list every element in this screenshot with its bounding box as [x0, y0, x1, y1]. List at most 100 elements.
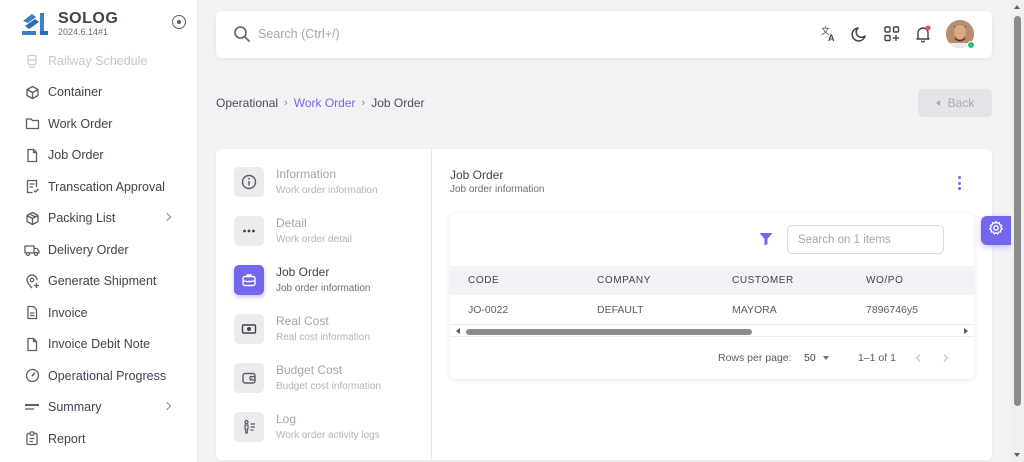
- translate-icon[interactable]: 文A: [819, 24, 839, 44]
- step-title: Log: [276, 412, 297, 426]
- rows-per-page-select[interactable]: 50: [804, 352, 816, 364]
- bell-icon[interactable]: [913, 24, 933, 44]
- step-subtitle: Work order information: [276, 185, 378, 196]
- filter-icon[interactable]: [758, 231, 774, 252]
- step-title: Detail: [276, 216, 307, 230]
- caret-left-icon: [935, 100, 940, 106]
- step-subtitle: Work order detail: [276, 234, 352, 245]
- step-subtitle: Budget cost information: [276, 381, 382, 392]
- wallet-icon: [234, 363, 264, 393]
- step-title: Information: [276, 167, 337, 181]
- chevron-left-icon[interactable]: [915, 353, 925, 363]
- moon-icon[interactable]: [850, 24, 870, 44]
- sidebar-item-invoice[interactable]: Invoice: [0, 297, 198, 329]
- column-header-code[interactable]: CODE: [468, 275, 499, 286]
- breadcrumb-current: Job Order: [371, 96, 425, 110]
- scroll-right-icon[interactable]: [964, 328, 968, 334]
- briefcase-icon: [234, 265, 264, 295]
- cell-customer: MAYORA: [732, 304, 777, 316]
- customizer-button[interactable]: [981, 216, 1011, 245]
- sidebar-item-operational-progress[interactable]: Operational Progress: [0, 360, 198, 392]
- chevron-right-icon[interactable]: [939, 353, 949, 363]
- scroll-up-icon[interactable]: [1014, 5, 1020, 9]
- rows-per-page-label: Rows per page:: [718, 352, 792, 364]
- table-pagination: Rows per page: 50 1–1 of 1: [450, 337, 974, 379]
- sidebar-item-job-order[interactable]: Job Order: [0, 140, 198, 172]
- file-check-icon: [24, 179, 40, 195]
- chevron-right-icon: [162, 401, 172, 410]
- column-header-wo-po[interactable]: WO/PO: [866, 275, 903, 286]
- scrollbar-thumb[interactable]: [1014, 16, 1021, 406]
- online-status-dot: [967, 41, 975, 49]
- cell-code: JO-0022: [468, 304, 509, 316]
- report-icon: [24, 431, 40, 447]
- breadcrumb-link-work-order[interactable]: Work Order: [294, 96, 356, 110]
- table-row[interactable]: JO-0022 DEFAULT MAYORA 7896746y5: [450, 295, 974, 325]
- file-icon: [24, 147, 40, 163]
- sidebar-item-report[interactable]: Report: [0, 423, 198, 455]
- step-information[interactable]: Information Work order information: [234, 167, 378, 197]
- sidebar-item-delivery-order[interactable]: Delivery Order: [0, 234, 198, 266]
- table-search-input[interactable]: [787, 225, 944, 254]
- scroll-left-icon[interactable]: [456, 328, 460, 334]
- file-icon: [24, 336, 40, 352]
- global-search-input[interactable]: [258, 24, 558, 44]
- sidebar-item-summary[interactable]: Summary: [0, 392, 198, 424]
- sidebar-item-packing-list[interactable]: Packing List: [0, 203, 198, 235]
- breadcrumb-separator: ›: [361, 97, 366, 109]
- step-detail[interactable]: Detail Work order detail: [234, 216, 352, 246]
- step-job-order[interactable]: Job Order Job order information: [234, 265, 371, 295]
- search-icon[interactable]: [233, 25, 251, 48]
- breadcrumb-root: Operational: [216, 96, 279, 110]
- apps-grid-icon[interactable]: [882, 24, 902, 44]
- table-header: CODE COMPANY CUSTOMER WO/PO: [450, 266, 974, 295]
- step-title: Budget Cost: [276, 363, 343, 377]
- sidebar-item-label: Delivery Order: [48, 242, 129, 257]
- table-horizontal-scrollbar[interactable]: [450, 326, 974, 337]
- cell-wo-po: 7896746y5: [866, 304, 918, 316]
- sidebar-item-generate-shipment[interactable]: Generate Shipment: [0, 266, 198, 298]
- step-navigation: Information Work order information Detai…: [216, 149, 432, 460]
- column-header-customer[interactable]: CUSTOMER: [732, 275, 794, 286]
- cell-company: DEFAULT: [597, 304, 644, 316]
- step-real-cost[interactable]: Real Cost Real cost information: [234, 314, 370, 344]
- sidebar-item-work-order[interactable]: Work Order: [0, 108, 198, 140]
- scrollbar-thumb[interactable]: [466, 329, 752, 335]
- window-scrollbar[interactable]: [1011, 0, 1024, 462]
- sidebar-item-railway-schedule[interactable]: Railway Schedule: [0, 45, 198, 77]
- breadcrumb: Operational › Work Order › Job Order: [216, 96, 425, 110]
- more-options-icon[interactable]: [956, 176, 962, 190]
- chevron-right-icon: [162, 212, 172, 221]
- work-order-card: Information Work order information Detai…: [216, 149, 992, 460]
- sidebar-item-label: Railway Schedule: [48, 53, 148, 68]
- section-subtitle: Job order information: [450, 184, 545, 195]
- sidebar-item-container[interactable]: Container: [0, 77, 198, 109]
- step-title: Job Order: [276, 265, 330, 279]
- sidebar-item-label: Invoice Debit Note: [48, 337, 151, 352]
- sidebar-toggle-icon[interactable]: [172, 15, 186, 29]
- sidebar-item-label: Generate Shipment: [48, 274, 157, 289]
- sidebar: SOLOG 2024.6.14#1 Railway Schedule Conta…: [0, 0, 198, 462]
- top-navbar: 文A: [216, 11, 992, 58]
- box-icon: [24, 84, 40, 100]
- folder-icon: [24, 116, 40, 132]
- step-budget-cost[interactable]: Budget Cost Budget cost information: [234, 363, 381, 393]
- sidebar-item-label: Transcation Approval: [48, 179, 165, 194]
- back-button[interactable]: Back: [918, 89, 992, 117]
- sidebar-item-invoice-debit-note[interactable]: Invoice Debit Note: [0, 329, 198, 361]
- step-subtitle: Work order activity logs: [276, 430, 380, 441]
- brand[interactable]: SOLOG 2024.6.14#1: [20, 8, 118, 40]
- sidebar-item-transcation-approval[interactable]: Transcation Approval: [0, 171, 198, 203]
- package-icon: [24, 210, 40, 226]
- sidebar-nav: Railway Schedule Container Work Order Jo…: [0, 45, 198, 455]
- step-title: Real Cost: [276, 314, 329, 328]
- sidebar-item-label: Invoice: [48, 305, 88, 320]
- back-button-label: Back: [947, 96, 975, 110]
- scroll-down-icon[interactable]: [1014, 453, 1020, 457]
- section-title: Job Order: [450, 168, 504, 182]
- caret-down-icon[interactable]: [823, 356, 829, 360]
- logo-icon: [20, 9, 50, 39]
- column-header-company[interactable]: COMPANY: [597, 275, 651, 286]
- map-pin-plus-icon: [24, 273, 40, 289]
- step-log[interactable]: Log Work order activity logs: [234, 412, 380, 442]
